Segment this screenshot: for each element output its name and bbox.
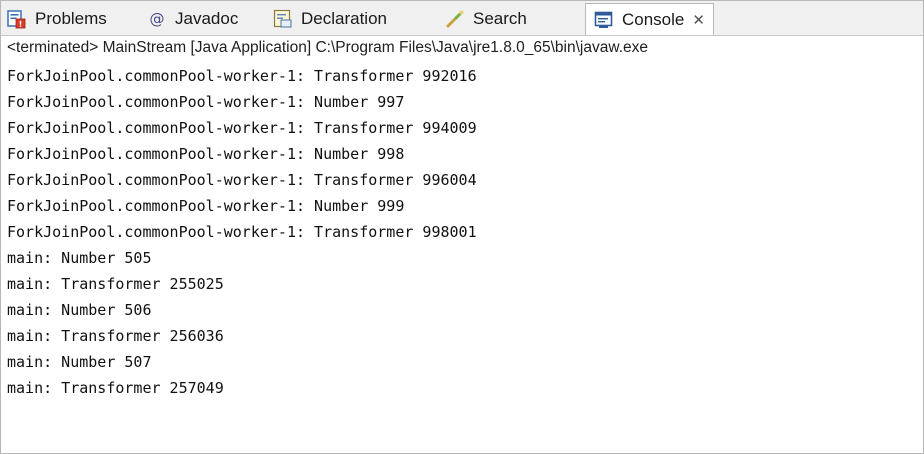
console-line: ForkJoinPool.commonPool-worker-1: Transf… <box>7 67 477 85</box>
close-icon[interactable]: ✕ <box>692 11 705 29</box>
console-line: ForkJoinPool.commonPool-worker-1: Transf… <box>7 223 477 241</box>
tab-console[interactable]: Console ✕ <box>585 3 714 35</box>
console-line: main: Number 507 <box>7 353 152 371</box>
tab-javadoc[interactable]: @ Javadoc <box>147 4 239 34</box>
tab-problems[interactable]: Problems <box>7 4 107 34</box>
problems-icon <box>7 9 27 29</box>
tab-search[interactable]: Search <box>445 4 527 34</box>
console-output[interactable]: ForkJoinPool.commonPool-worker-1: Transf… <box>7 63 919 453</box>
search-icon <box>445 9 465 29</box>
console-line: ForkJoinPool.commonPool-worker-1: Transf… <box>7 171 477 189</box>
console-line: main: Number 505 <box>7 249 152 267</box>
view-tab-bar: Problems @ Javadoc Declaration Search Co… <box>1 1 923 36</box>
console-line: ForkJoinPool.commonPool-worker-1: Transf… <box>7 119 477 137</box>
console-line: main: Transformer 257049 <box>7 379 224 397</box>
console-view: Problems @ Javadoc Declaration Search Co… <box>0 0 924 454</box>
console-line: main: Transformer 256036 <box>7 327 224 345</box>
tab-console-label: Console <box>622 9 685 29</box>
tab-search-label: Search <box>473 9 527 28</box>
console-line: ForkJoinPool.commonPool-worker-1: Number… <box>7 197 405 215</box>
console-icon <box>594 10 614 30</box>
javadoc-icon: @ <box>147 9 167 29</box>
process-status: <terminated> MainStream [Java Applicatio… <box>7 39 648 56</box>
tab-javadoc-label: Javadoc <box>175 9 239 28</box>
declaration-icon <box>273 9 293 29</box>
console-line: main: Transformer 255025 <box>7 275 224 293</box>
tab-declaration[interactable]: Declaration <box>273 4 387 34</box>
tab-declaration-label: Declaration <box>301 9 387 28</box>
console-line: ForkJoinPool.commonPool-worker-1: Number… <box>7 93 405 111</box>
console-line: ForkJoinPool.commonPool-worker-1: Number… <box>7 145 405 163</box>
svg-text:@: @ <box>150 10 165 28</box>
tab-problems-label: Problems <box>35 9 107 28</box>
console-line: main: Number 506 <box>7 301 152 319</box>
